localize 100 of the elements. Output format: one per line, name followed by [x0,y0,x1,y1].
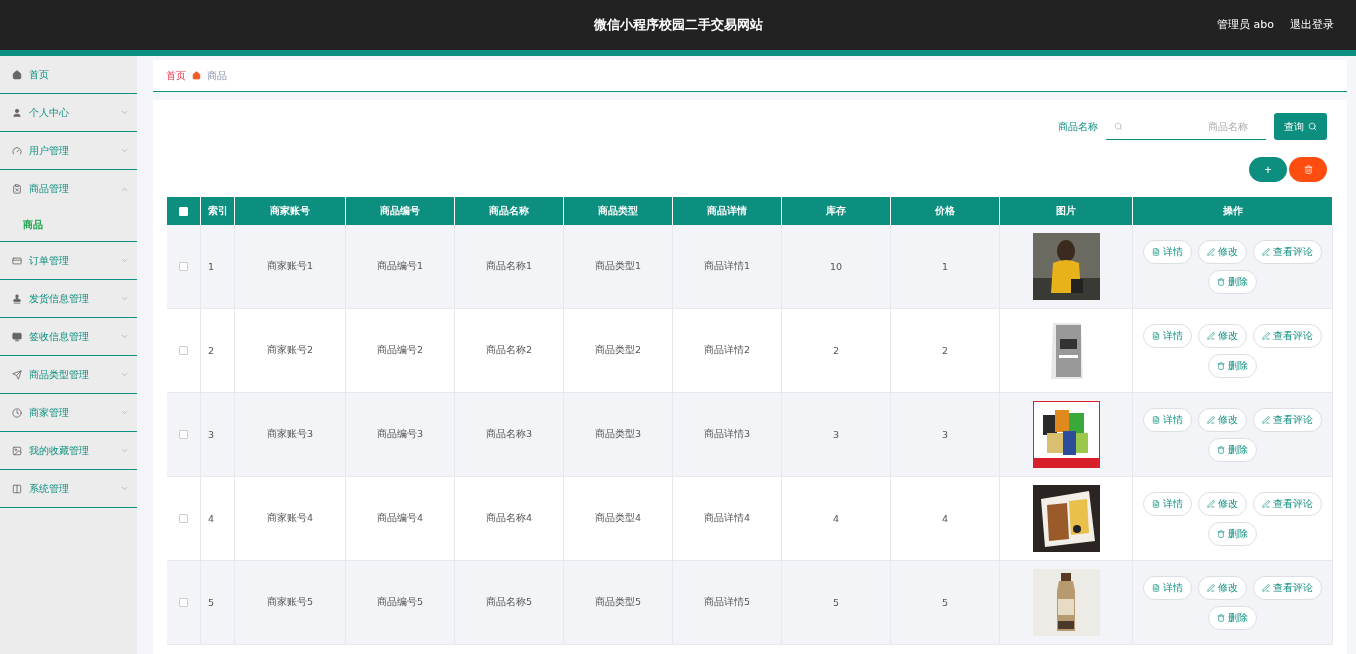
pen-icon [1207,415,1215,424]
logout-link[interactable]: 退出登录 [1290,17,1334,32]
row-checkbox[interactable] [179,262,188,271]
sidebar-subitem[interactable]: 商品 [0,208,137,242]
details-button[interactable]: 详情 [1143,491,1192,516]
row-checkbox[interactable] [179,598,188,607]
trash-icon [1303,165,1313,174]
edit-button[interactable]: 修改 [1198,323,1247,348]
table-cell: 商品编号3 [376,428,423,441]
sidebar-label: 签收信息管理 [29,329,90,344]
table-cell: 商品详情3 [703,428,750,441]
sidebar-item[interactable]: 首页 [0,56,137,94]
monitor-icon [12,331,22,342]
sidebar-item[interactable]: 我的收藏管理 [0,432,137,470]
table-cell: 商品详情4 [703,512,750,525]
sidebar-item[interactable]: 商家管理 [0,394,137,432]
table-cell: 1 [208,261,215,272]
pen-icon [1262,415,1270,424]
delete-button[interactable]: 删除 [1208,521,1257,546]
sidebar-item[interactable]: 订单管理 [0,242,137,280]
admin-user-link[interactable]: 管理员 abo [1217,17,1274,32]
column-header: 商品类型 [564,197,673,225]
document-icon [1152,583,1160,592]
column-header: 操作 [1133,197,1333,225]
sidebar-label: 用户管理 [29,143,70,158]
edit-button[interactable]: 修改 [1198,239,1247,264]
trash-icon [1217,277,1225,286]
reviews-button[interactable]: 查看评论 [1253,323,1322,348]
pen-icon [1207,499,1215,508]
site-title: 微信小程序校园二手交易网站 [593,16,763,34]
image-icon [12,445,22,456]
column-header: 库存 [782,197,891,225]
column-header: 图片 [1000,197,1133,225]
sidebar-item[interactable]: 签收信息管理 [0,318,137,356]
delete-button[interactable]: 删除 [1208,437,1257,462]
edit-button[interactable]: 修改 [1198,491,1247,516]
select-all-checkbox[interactable] [179,206,188,216]
table-cell: 商家账号5 [266,596,313,609]
details-button[interactable]: 详情 [1143,575,1192,600]
sidebar-label: 系统管理 [29,481,70,496]
breadcrumb-item[interactable]: 首页 [166,68,186,83]
sidebar-item[interactable]: 商品类型管理 [0,356,137,394]
search-button[interactable]: 查询 [1274,113,1327,140]
breadcrumb-item: 商品 [207,68,227,83]
column-header: 价格 [891,197,1000,225]
row-checkbox[interactable] [179,346,188,355]
sidebar-label: 商家管理 [29,405,70,420]
column-header: 索引 [201,197,235,225]
details-button[interactable]: 详情 [1143,239,1192,264]
document-icon [1152,415,1160,424]
home-icon [12,69,22,80]
pen-icon [1207,247,1215,256]
sidebar-label: 订单管理 [29,253,70,268]
table-cell: 商品名称1 [485,260,532,273]
column-header: 商品详情 [673,197,782,225]
delete-button[interactable]: 删除 [1208,269,1257,294]
delete-button[interactable]: 删除 [1208,605,1257,630]
table-cell: 商品名称5 [485,596,532,609]
table-cell: 4 [208,513,215,524]
table-cell: 2 [941,345,948,356]
sidebar-item[interactable]: 商品管理 [0,170,137,208]
pen-icon [1207,583,1215,592]
delete-button[interactable] [1289,157,1327,182]
reviews-button[interactable]: 查看评论 [1253,575,1322,600]
row-checkbox[interactable] [179,430,188,439]
details-button[interactable]: 详情 [1143,407,1192,432]
edit-button[interactable]: 修改 [1198,407,1247,432]
table-cell: 商品编号5 [376,596,423,609]
trash-icon [1217,613,1225,622]
table-cell: 商品类型5 [594,596,641,609]
table-cell: 商品类型4 [594,512,641,525]
table-cell: 4 [941,513,948,524]
document-icon [1152,247,1160,256]
user-icon [12,107,22,118]
sidebar-item[interactable]: 用户管理 [0,132,137,170]
table-cell: 3 [832,429,839,440]
table-cell: 5 [941,597,948,608]
delete-button[interactable]: 删除 [1208,353,1257,378]
row-checkbox[interactable] [179,514,188,523]
reviews-button[interactable]: 查看评论 [1253,407,1322,432]
table-cell: 3 [208,429,215,440]
reviews-button[interactable]: 查看评论 [1253,239,1322,264]
edit-button[interactable]: 修改 [1198,575,1247,600]
sidebar-item[interactable]: 发货信息管理 [0,280,137,318]
columns-icon [12,483,22,494]
sidebar-item[interactable]: 系统管理 [0,470,137,508]
table-cell: 10 [829,261,843,272]
add-button[interactable]: + [1249,157,1287,182]
details-button[interactable]: 详情 [1143,323,1192,348]
card-icon [12,255,22,266]
table-cell: 商品编号1 [376,260,423,273]
table-cell: 2 [832,345,839,356]
search-icon [1308,122,1317,131]
sidebar-item[interactable]: 个人中心 [0,94,137,132]
reviews-button[interactable]: 查看评论 [1253,491,1322,516]
table-cell: 商品详情2 [703,344,750,357]
search-icon [1114,122,1123,131]
clipboard-icon [12,184,22,194]
pen-icon [1262,499,1270,508]
sidebar-label: 个人中心 [29,105,70,120]
